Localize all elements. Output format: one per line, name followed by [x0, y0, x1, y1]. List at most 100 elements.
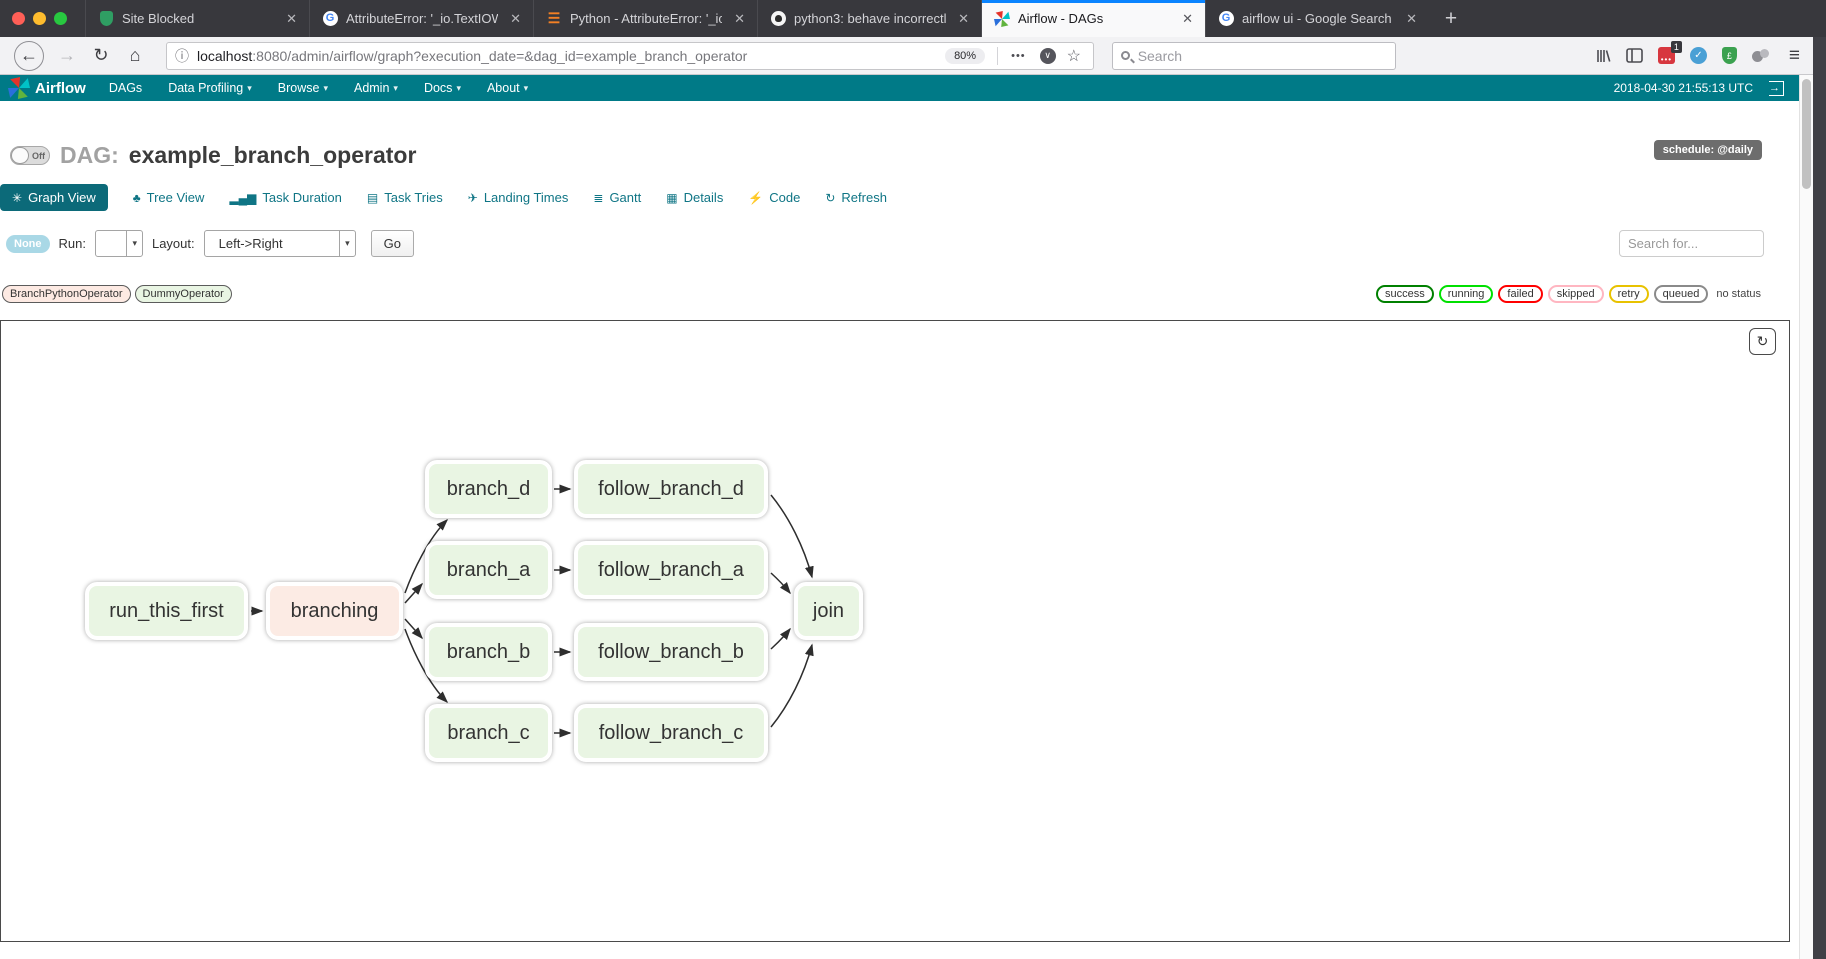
caret-down-icon: ▾ [247, 83, 252, 94]
legend-branchpythonoperator: BranchPythonOperator [2, 285, 131, 303]
plane-icon: ✈ [468, 191, 478, 205]
tab-details[interactable]: ▦Details [666, 190, 723, 205]
tab-attributeerror-search[interactable]: G AttributeError: '_io.TextIOWrapp ✕ [309, 0, 533, 37]
close-window-button[interactable] [12, 12, 25, 25]
tab-landing-times[interactable]: ✈Landing Times [468, 190, 569, 205]
reload-button[interactable]: ↻ [84, 41, 118, 71]
tab-close-icon[interactable]: ✕ [1178, 9, 1197, 29]
align-left-icon: ≣ [593, 191, 603, 205]
tab-close-icon[interactable]: ✕ [506, 9, 525, 29]
site-info-icon[interactable]: ⓘ [175, 46, 189, 66]
library-icon[interactable] [1595, 48, 1611, 64]
tab-refresh[interactable]: ↻Refresh [825, 190, 887, 205]
nav-item-data-profiling[interactable]: Data Profiling▾ [155, 75, 265, 101]
forward-button[interactable]: → [50, 41, 84, 71]
task-node-join[interactable]: join [794, 582, 863, 640]
tab-close-icon[interactable]: ✕ [282, 9, 301, 29]
legend-no-status: no status [1713, 287, 1764, 301]
google-favicon-icon: G [1218, 11, 1234, 27]
legend-retry: retry [1609, 285, 1649, 303]
nav-item-dags[interactable]: DAGs [96, 75, 155, 101]
task-node-branch-a[interactable]: branch_a [425, 541, 552, 599]
window-edge [1813, 37, 1826, 959]
url-host: localhost [197, 48, 252, 64]
tab-code[interactable]: ⚡Code [748, 190, 800, 205]
tab-site-blocked[interactable]: Site Blocked ✕ [85, 0, 309, 37]
browser-search-input[interactable] [1138, 48, 1387, 64]
refresh-icon: ↻ [825, 191, 835, 205]
url-text[interactable]: localhost:8080/admin/airflow/graph?execu… [197, 48, 939, 64]
tab-gantt[interactable]: ≣Gantt [593, 190, 641, 205]
adblock-extension-icon[interactable]: ••• 1 [1658, 47, 1675, 64]
ghostery-shield-icon[interactable]: £ [1722, 47, 1737, 64]
tab-close-icon[interactable]: ✕ [1402, 9, 1421, 29]
tab-tree-view[interactable]: ♣Tree View [133, 190, 205, 205]
task-node-follow-branch-c[interactable]: follow_branch_c [574, 704, 768, 762]
page-title: example_branch_operator [129, 142, 417, 169]
brand-label: Airflow [35, 80, 86, 97]
minimize-window-button[interactable] [33, 12, 46, 25]
blue-extension-icon[interactable]: ✓ [1690, 47, 1707, 64]
nav-item-about[interactable]: About▾ [474, 75, 541, 101]
home-button[interactable]: ⌂ [118, 41, 152, 71]
containers-spheres-icon[interactable] [1752, 49, 1770, 63]
dag-runs-badge: None [6, 235, 50, 253]
browser-tab-bar: Site Blocked ✕ G AttributeError: '_io.Te… [0, 0, 1826, 37]
tab-close-icon[interactable]: ✕ [954, 9, 973, 29]
task-node-branch-c[interactable]: branch_c [425, 704, 552, 762]
bookmark-star-icon[interactable]: ☆ [1067, 46, 1081, 66]
legend-skipped: skipped [1548, 285, 1604, 303]
page-actions-icon[interactable]: ••• [1011, 50, 1026, 62]
task-search-input[interactable] [1628, 236, 1755, 251]
graph-refresh-button[interactable]: ↻ [1749, 328, 1776, 355]
pocket-icon[interactable]: ∨ [1040, 48, 1056, 64]
tab-python3-behave[interactable]: python3: behave incorrectly mo ✕ [757, 0, 981, 37]
tab-airflow-ui-search[interactable]: G airflow ui - Google Search ✕ [1205, 0, 1429, 37]
task-search-box[interactable] [1619, 230, 1764, 257]
task-node-follow-branch-b[interactable]: follow_branch_b [574, 623, 768, 681]
page-scrollbar[interactable] [1799, 75, 1813, 959]
airflow-brand[interactable]: Airflow [0, 77, 96, 99]
back-button[interactable]: ← [14, 41, 44, 71]
tab-task-duration[interactable]: ▂▄▆Task Duration [229, 190, 341, 205]
airflow-page: Off DAG: example_branch_operator schedul… [0, 101, 1800, 959]
sidebar-toggle-icon[interactable] [1626, 48, 1643, 63]
tab-close-icon[interactable]: ✕ [730, 9, 749, 29]
task-node-branch-d[interactable]: branch_d [425, 460, 552, 518]
dag-graph-canvas[interactable]: run_this_first branching branch_d follow… [0, 320, 1790, 942]
layout-select[interactable]: Left->Right ▾ [204, 230, 356, 257]
zoom-level-badge[interactable]: 80% [945, 48, 985, 64]
graph-controls: None Run: ▾ Layout: Left->Right ▾ Go [6, 230, 414, 257]
menu-hamburger-icon[interactable]: ≡ [1789, 45, 1800, 67]
logout-icon[interactable]: → [1769, 81, 1784, 96]
task-node-follow-branch-d[interactable]: follow_branch_d [574, 460, 768, 518]
run-select[interactable]: ▾ [95, 230, 143, 257]
browser-search-box[interactable] [1112, 42, 1396, 70]
new-tab-button[interactable]: + [1429, 0, 1473, 37]
tab-airflow-dags-active[interactable]: Airflow - DAGs ✕ [981, 0, 1205, 37]
task-node-branching[interactable]: branching [266, 582, 403, 640]
utc-clock: 2018-04-30 21:55:13 UTC [1614, 81, 1753, 95]
nav-item-docs[interactable]: Docs▾ [411, 75, 474, 101]
caret-down-icon: ▾ [393, 83, 398, 94]
fullscreen-window-button[interactable] [54, 12, 67, 25]
stackoverflow-favicon-icon: ☰ [546, 11, 562, 27]
dag-view-tabs: ✳Graph View ♣Tree View ▂▄▆Task Duration … [0, 184, 887, 211]
operator-legend: BranchPythonOperator DummyOperator [2, 285, 232, 303]
task-node-branch-b[interactable]: branch_b [425, 623, 552, 681]
tab-graph-view[interactable]: ✳Graph View [0, 184, 108, 211]
task-node-run-this-first[interactable]: run_this_first [85, 582, 248, 640]
nav-item-admin[interactable]: Admin▾ [341, 75, 411, 101]
tab-title: AttributeError: '_io.TextIOWrapp [346, 11, 498, 26]
scrollbar-thumb[interactable] [1802, 79, 1811, 189]
task-node-follow-branch-a[interactable]: follow_branch_a [574, 541, 768, 599]
url-bar[interactable]: ⓘ localhost:8080/admin/airflow/graph?exe… [166, 42, 1094, 70]
tab-task-tries[interactable]: ▤Task Tries [367, 190, 443, 205]
tab-title: Airflow - DAGs [1018, 11, 1170, 26]
legend-success: success [1376, 285, 1434, 303]
dag-pause-toggle[interactable]: Off [10, 146, 50, 165]
go-button[interactable]: Go [371, 230, 414, 257]
url-path: :8080/admin/airflow/graph?execution_date… [252, 48, 747, 64]
tab-python-attributeerror[interactable]: ☰ Python - AttributeError: '_io.Tex ✕ [533, 0, 757, 37]
nav-item-browse[interactable]: Browse▾ [265, 75, 341, 101]
